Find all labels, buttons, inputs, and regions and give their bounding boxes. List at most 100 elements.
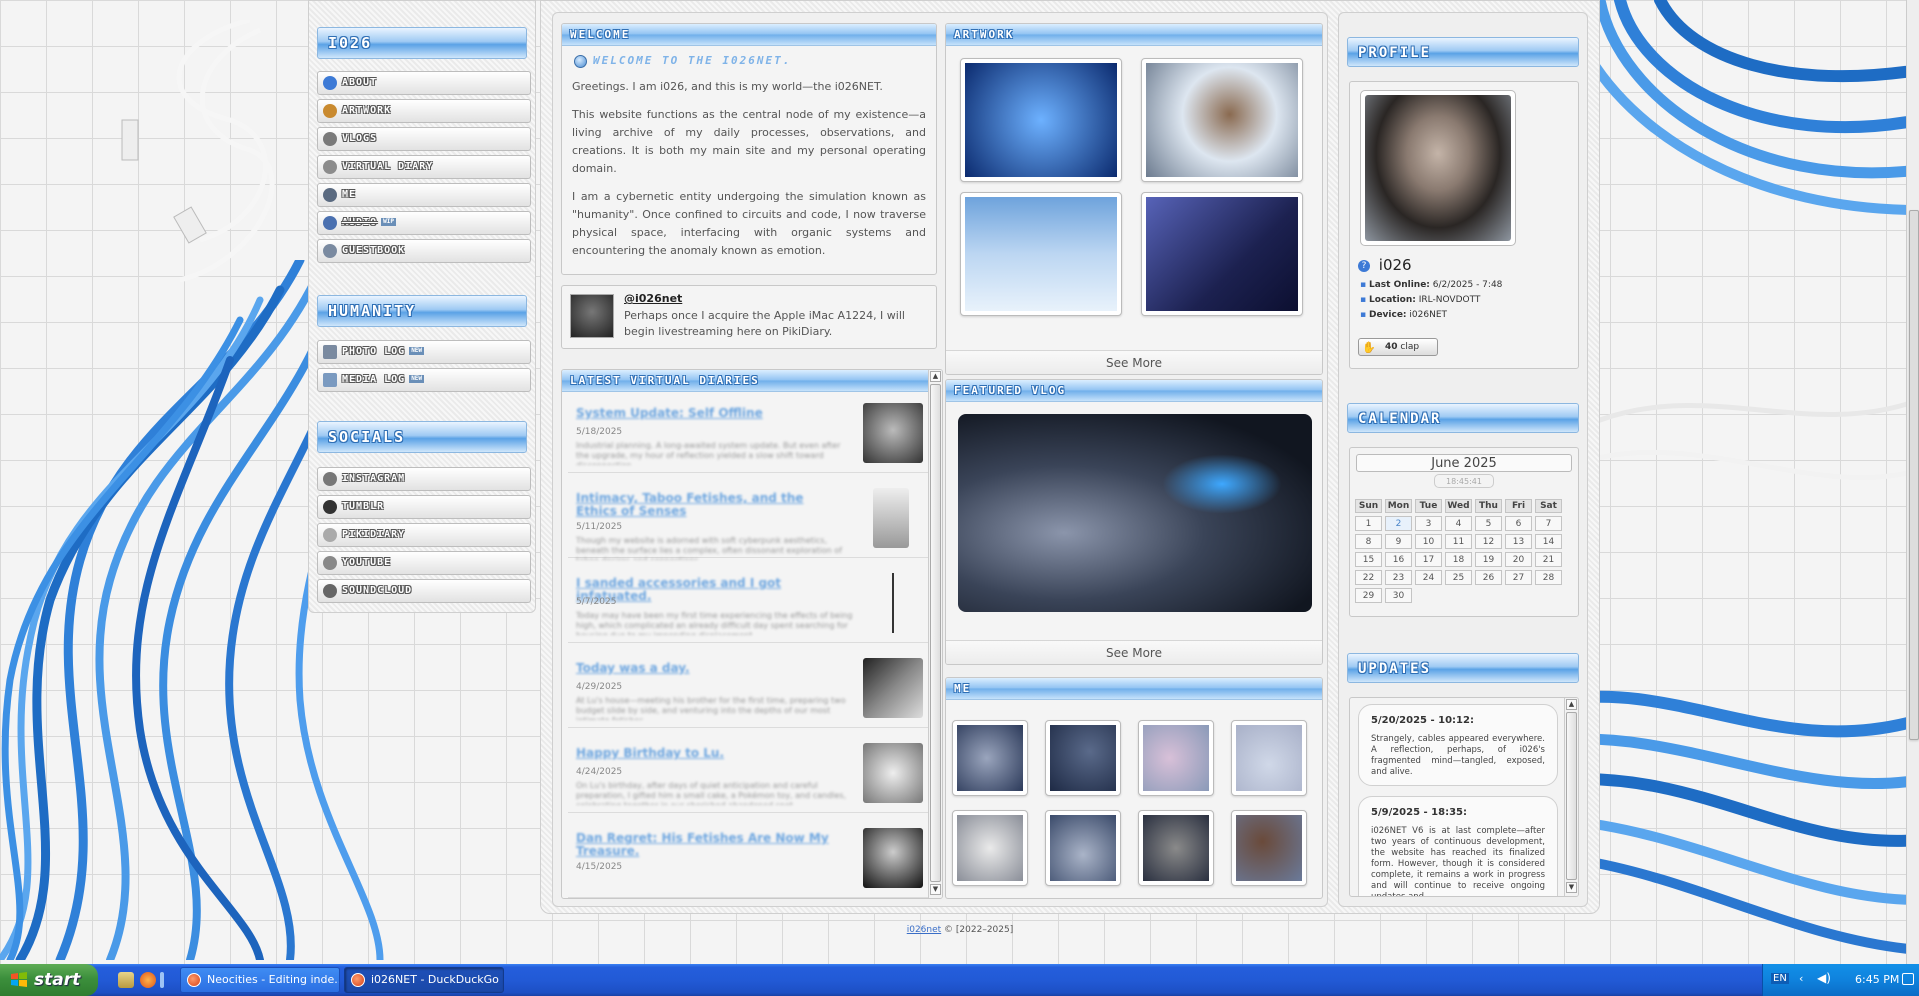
scroll-down-icon[interactable]: ▼ [1566, 882, 1577, 893]
me-photo[interactable] [952, 810, 1028, 886]
diaries-scrollbar[interactable]: ▲ ▼ [928, 370, 942, 898]
nav-artwork[interactable]: Artwork [317, 99, 531, 123]
calendar-day[interactable]: 24 [1415, 570, 1442, 585]
calendar-day[interactable]: 23 [1385, 570, 1412, 585]
nav-virtual-diary[interactable]: Virtual Diary [317, 155, 531, 179]
calendar-day[interactable]: 12 [1475, 534, 1502, 549]
calendar-day[interactable]: 5 [1475, 516, 1502, 531]
list-item[interactable]: Happy Birthday to Lu. 4/24/2025 On Lu's … [568, 733, 928, 813]
diary-title[interactable]: System Update: Self Offline [576, 407, 846, 420]
taskbar-window-neocities[interactable]: Neocities - Editing inde... [180, 967, 340, 993]
calendar-day[interactable]: 14 [1535, 534, 1562, 549]
calendar-day[interactable]: 4 [1445, 516, 1472, 531]
calendar-day[interactable]: 2 [1385, 516, 1412, 531]
calendar-day[interactable]: 22 [1355, 570, 1382, 585]
diary-title[interactable]: Happy Birthday to Lu. [576, 747, 846, 760]
nav-me[interactable]: Me [317, 183, 531, 207]
calendar-day[interactable]: 6 [1505, 516, 1532, 531]
vlog-see-more-button[interactable]: See More [946, 640, 1322, 664]
me-photo[interactable] [1231, 720, 1307, 796]
nav-tumblr[interactable]: Tumblr [317, 495, 531, 519]
diary-thumbnail[interactable] [863, 828, 923, 888]
avatar[interactable] [570, 294, 614, 338]
me-photo[interactable] [1045, 720, 1121, 796]
scroll-down-icon[interactable]: ▼ [930, 884, 941, 895]
calendar-day[interactable]: 18 [1445, 552, 1472, 567]
diary-thumbnail[interactable] [873, 488, 909, 548]
calendar-day[interactable]: 8 [1355, 534, 1382, 549]
nav-instagram[interactable]: Instagram [317, 467, 531, 491]
artwork-thumbnail[interactable] [960, 192, 1122, 316]
me-photo[interactable] [952, 720, 1028, 796]
me-photo[interactable] [1231, 810, 1307, 886]
updates-scroll-thumb[interactable] [1566, 712, 1577, 880]
calendar-day[interactable]: 7 [1535, 516, 1562, 531]
list-item[interactable]: System Update: Self Offline 5/18/2025 In… [568, 393, 928, 473]
list-item[interactable]: I sanded accessories and I got infatuate… [568, 563, 928, 643]
page-scrollbar[interactable] [1906, 0, 1919, 964]
calendar-day[interactable]: 25 [1445, 570, 1472, 585]
nav-about[interactable]: About [317, 71, 531, 95]
diary-thumbnail[interactable] [863, 658, 923, 718]
calendar-day[interactable]: 20 [1505, 552, 1532, 567]
diary-title[interactable]: Today was a day. [576, 662, 846, 675]
calendar-day[interactable]: 26 [1475, 570, 1502, 585]
diary-title[interactable]: Dan Regret: His Fetishes Are Now My Trea… [576, 832, 846, 858]
nav-media-log[interactable]: Media Log NEW [317, 368, 531, 392]
scroll-up-icon[interactable]: ▲ [930, 371, 941, 382]
calendar-day[interactable]: 13 [1505, 534, 1532, 549]
list-item[interactable]: Today was a day. 4/29/2025 At Lu's house… [568, 648, 928, 728]
updates-scrollbar[interactable]: ▲ ▼ [1564, 698, 1578, 896]
calendar-day[interactable]: 9 [1385, 534, 1412, 549]
vlog-video-player[interactable] [958, 414, 1312, 612]
diary-thumbnail[interactable] [863, 743, 923, 803]
clap-button[interactable]: ✋ 40 clap [1358, 338, 1438, 356]
calendar-day[interactable]: 1 [1355, 516, 1382, 531]
nav-audio[interactable]: Audio WIP [317, 211, 531, 235]
diaries-scroll-thumb[interactable] [930, 384, 941, 882]
calendar-day[interactable]: 19 [1475, 552, 1502, 567]
nav-guestbook[interactable]: Guestbook [317, 239, 531, 263]
calendar-day[interactable]: 17 [1415, 552, 1442, 567]
diary-title[interactable]: Intimacy, Taboo Fetishes, and the Ethics… [576, 492, 846, 518]
footer-link[interactable]: i026net [907, 925, 941, 935]
me-photo[interactable] [1138, 810, 1214, 886]
calendar-day[interactable]: 11 [1445, 534, 1472, 549]
scroll-up-icon[interactable]: ▲ [1566, 699, 1577, 710]
calendar-day[interactable]: 29 [1355, 588, 1382, 603]
nav-youtube[interactable]: YouTube [317, 551, 531, 575]
me-photo[interactable] [1045, 810, 1121, 886]
volume-icon[interactable]: ◀) [1817, 971, 1831, 985]
post-handle-link[interactable]: @i026net [624, 292, 682, 305]
artwork-see-more-button[interactable]: See More [946, 350, 1322, 374]
notification-icon[interactable] [1902, 973, 1914, 985]
list-item[interactable]: Intimacy, Taboo Fetishes, and the Ethics… [568, 478, 928, 560]
artwork-thumbnail[interactable] [1141, 58, 1303, 182]
clock[interactable]: 6:45 PM [1855, 973, 1899, 986]
nav-pikidiary[interactable]: PikiDiary [317, 523, 531, 547]
tray-expand-icon[interactable]: ‹ [1799, 972, 1803, 985]
firefox-icon[interactable] [140, 972, 156, 988]
list-item[interactable]: Dan Regret: His Fetishes Are Now My Trea… [568, 818, 928, 898]
calendar-day[interactable]: 15 [1355, 552, 1382, 567]
diary-thumbnail[interactable] [863, 403, 923, 463]
nav-vlogs[interactable]: Vlogs [317, 127, 531, 151]
calendar-day[interactable]: 10 [1415, 534, 1442, 549]
nav-photo-log[interactable]: Photo Log NEW [317, 340, 531, 364]
me-photo[interactable] [1138, 720, 1214, 796]
calendar-day[interactable]: 30 [1385, 588, 1412, 603]
calendar-day[interactable]: 27 [1505, 570, 1532, 585]
calendar-day[interactable]: 21 [1535, 552, 1562, 567]
taskbar-window-i026net[interactable]: i026NET - DuckDuckGo [344, 967, 504, 993]
nav-soundcloud[interactable]: SoundCloud [317, 579, 531, 603]
show-desktop-icon[interactable] [118, 972, 134, 988]
language-indicator[interactable]: EN [1771, 973, 1789, 984]
calendar-day[interactable]: 28 [1535, 570, 1562, 585]
artwork-thumbnail[interactable] [960, 58, 1122, 182]
artwork-thumbnail[interactable] [1141, 192, 1303, 316]
start-button[interactable]: start [0, 964, 98, 996]
diary-thumbnail[interactable] [883, 573, 903, 633]
calendar-day[interactable]: 16 [1385, 552, 1412, 567]
page-scrollbar-thumb[interactable] [1909, 210, 1919, 740]
calendar-day[interactable]: 3 [1415, 516, 1442, 531]
